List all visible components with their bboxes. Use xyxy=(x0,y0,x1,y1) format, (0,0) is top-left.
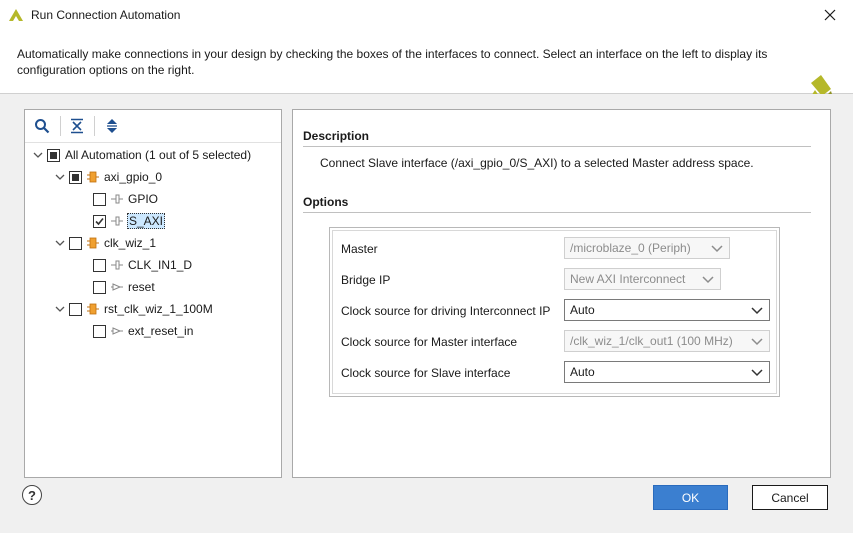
divider xyxy=(303,212,811,213)
master-select[interactable]: /microblaze_0 (Periph) xyxy=(564,237,730,259)
search-icon xyxy=(35,119,50,134)
header-description: Automatically make connections in your d… xyxy=(17,47,768,77)
bridge-ip-label: Bridge IP xyxy=(341,273,391,287)
chevron-down-icon xyxy=(751,369,763,377)
cancel-button[interactable]: Cancel xyxy=(752,485,828,510)
clk-wiz-1-label: clk_wiz_1 xyxy=(104,236,157,250)
chevron-down-icon[interactable] xyxy=(32,149,44,161)
gpio-checkbox[interactable] xyxy=(93,192,106,206)
ext-reset-in-checkbox[interactable] xyxy=(93,324,106,338)
master-label: Master xyxy=(341,242,378,256)
clk-wiz-1-checkbox[interactable] xyxy=(69,236,82,250)
title-bar: Run Connection Automation xyxy=(0,0,853,30)
close-button[interactable] xyxy=(807,0,853,30)
tree-row-gpio[interactable]: GPIO xyxy=(93,188,159,210)
close-icon xyxy=(824,9,836,21)
s-axi-label: S_AXI xyxy=(127,213,166,229)
chevron-down-icon xyxy=(751,338,763,346)
tree-row-all-automation[interactable]: All Automation (1 out of 5 selected) xyxy=(32,144,252,166)
options-group: Master /microblaze_0 (Periph) Bridge IP … xyxy=(329,227,780,397)
chevron-down-icon xyxy=(751,307,763,315)
rst-clk-wiz-checkbox[interactable] xyxy=(69,302,82,316)
dialog-header: Automatically make connections in your d… xyxy=(0,30,853,107)
chevron-down-icon xyxy=(702,276,714,284)
all-automation-label: All Automation (1 out of 5 selected) xyxy=(65,148,252,162)
vivado-logo-icon xyxy=(9,9,23,21)
ip-block-icon xyxy=(86,302,100,316)
tree-row-rst-clk-wiz[interactable]: rst_clk_wiz_1_100M xyxy=(54,298,214,320)
chevron-down-icon[interactable] xyxy=(54,237,66,249)
bridge-ip-select[interactable]: New AXI Interconnect xyxy=(564,268,721,290)
tree-row-ext-reset-in[interactable]: ext_reset_in xyxy=(93,320,194,342)
expand-all-icon xyxy=(107,119,117,133)
reset-pin-icon xyxy=(110,324,124,338)
ip-block-icon xyxy=(86,236,100,250)
toolbar-separator xyxy=(94,116,95,136)
help-button[interactable]: ? xyxy=(22,485,42,505)
configuration-panel: Description Connect Slave interface (/ax… xyxy=(292,109,831,478)
tree-row-s-axi[interactable]: S_AXI xyxy=(93,210,166,232)
s-axi-checkbox[interactable] xyxy=(93,214,106,228)
collapse-all-icon xyxy=(71,118,83,134)
divider xyxy=(303,146,811,147)
rst-clk-wiz-label: rst_clk_wiz_1_100M xyxy=(104,302,213,316)
slave-clock-label: Clock source for Slave interface xyxy=(341,366,511,380)
master-clock-label: Clock source for Master interface xyxy=(341,335,518,349)
description-text: Connect Slave interface (/axi_gpio_0/S_A… xyxy=(320,156,754,170)
gpio-label: GPIO xyxy=(128,192,159,206)
tree-row-reset[interactable]: reset xyxy=(93,276,156,298)
window-title: Run Connection Automation xyxy=(31,8,181,22)
description-heading: Description xyxy=(303,129,370,143)
ip-block-icon xyxy=(86,170,100,184)
clk-in1-d-checkbox[interactable] xyxy=(93,258,106,272)
chevron-down-icon[interactable] xyxy=(54,303,66,315)
reset-checkbox[interactable] xyxy=(93,280,106,294)
chevron-down-icon xyxy=(711,245,723,253)
chevron-down-icon[interactable] xyxy=(54,171,66,183)
interface-port-icon xyxy=(110,258,124,272)
clk-in1-d-label: CLK_IN1_D xyxy=(128,258,193,272)
tree-row-axi-gpio-0[interactable]: axi_gpio_0 xyxy=(54,166,163,188)
collapse-all-button[interactable] xyxy=(68,117,86,135)
all-automation-checkbox[interactable] xyxy=(47,148,60,162)
reset-label: reset xyxy=(128,280,155,294)
interconnect-clock-select[interactable]: Auto xyxy=(564,299,770,321)
slave-clock-select[interactable]: Auto xyxy=(564,361,770,383)
reset-pin-icon xyxy=(110,280,124,294)
tree-toolbar xyxy=(25,110,281,143)
ok-button[interactable]: OK xyxy=(653,485,728,510)
interfaces-tree-panel: All Automation (1 out of 5 selected) axi… xyxy=(24,109,282,478)
checkmark-icon xyxy=(95,217,104,225)
tree-row-clk-in1-d[interactable]: CLK_IN1_D xyxy=(93,254,193,276)
interface-port-icon xyxy=(110,214,124,228)
interface-port-icon xyxy=(110,192,124,206)
expand-all-button[interactable] xyxy=(103,117,121,135)
toolbar-separator xyxy=(60,116,61,136)
search-button[interactable] xyxy=(33,117,51,135)
axi-gpio-0-checkbox[interactable] xyxy=(69,170,82,184)
axi-gpio-0-label: axi_gpio_0 xyxy=(104,170,163,184)
ext-reset-in-label: ext_reset_in xyxy=(128,324,194,338)
interconnect-clock-label: Clock source for driving Interconnect IP xyxy=(341,304,551,318)
options-heading: Options xyxy=(303,195,349,209)
master-clock-select[interactable]: /clk_wiz_1/clk_out1 (100 MHz) xyxy=(564,330,770,352)
tree-row-clk-wiz-1[interactable]: clk_wiz_1 xyxy=(54,232,157,254)
